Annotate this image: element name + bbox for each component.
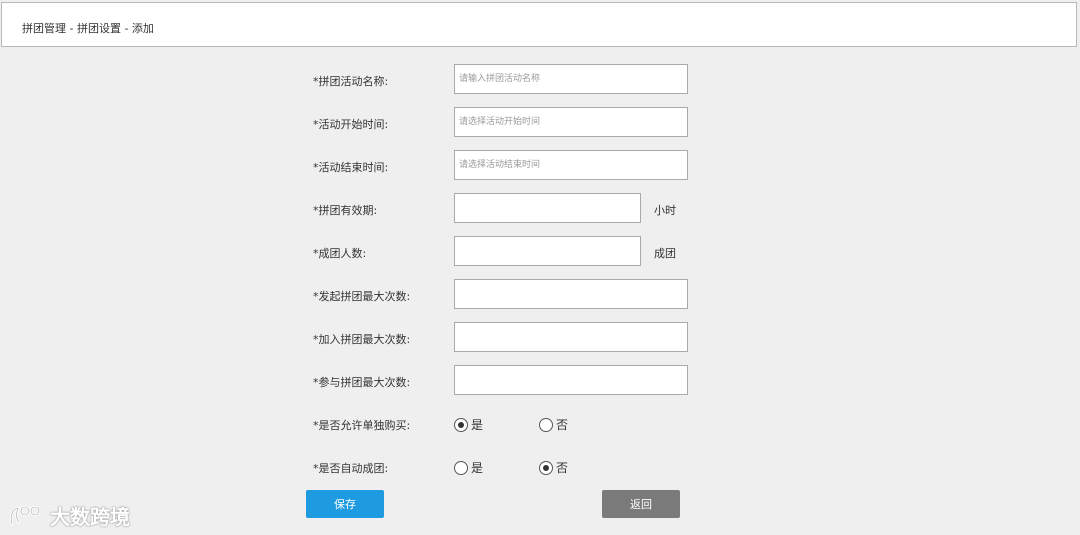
radio-circle-icon: [454, 460, 468, 475]
allow-single-no-radio[interactable]: 否: [539, 416, 568, 433]
auto-group-no-radio[interactable]: 否: [539, 459, 568, 476]
start-time-input[interactable]: [454, 107, 688, 137]
allow-single-yes-radio[interactable]: 是: [454, 416, 483, 433]
auto-group-label: *是否自动成团:: [313, 462, 389, 475]
allow-single-label: *是否允许单独购买:: [313, 419, 411, 432]
group-size-unit: 成团: [654, 247, 676, 260]
auto-group-yes-radio[interactable]: 是: [454, 459, 483, 476]
start-time-label: *活动开始时间:: [313, 118, 389, 131]
allow-single-yes-label: 是: [471, 418, 484, 432]
max-participate-input[interactable]: [454, 365, 688, 395]
max-join-label: *加入拼团最大次数:: [313, 333, 411, 346]
end-time-input[interactable]: [454, 150, 688, 180]
max-initiate-label: *发起拼团最大次数:: [313, 290, 411, 303]
group-size-label: *成团人数:: [313, 247, 367, 260]
breadcrumb: 拼团管理 - 拼团设置 - 添加: [22, 22, 154, 35]
save-button[interactable]: 保存: [306, 490, 384, 518]
radio-circle-icon: [539, 417, 553, 432]
validity-label: *拼团有效期:: [313, 204, 378, 217]
page-header: 拼团管理 - 拼团设置 - 添加: [1, 2, 1077, 47]
group-size-input[interactable]: [454, 236, 641, 266]
end-time-label: *活动结束时间:: [313, 161, 389, 174]
brand-logo-icon: [10, 505, 41, 525]
activity-name-label: *拼团活动名称:: [313, 75, 389, 88]
back-button[interactable]: 返回: [602, 490, 680, 518]
max-participate-label: *参与拼团最大次数:: [313, 376, 411, 389]
radio-circle-icon: [539, 460, 553, 475]
auto-group-no-label: 否: [556, 461, 569, 475]
max-join-input[interactable]: [454, 322, 688, 352]
radio-circle-icon: [454, 417, 468, 432]
watermark-text: 大数跨境: [50, 505, 130, 529]
validity-input[interactable]: [454, 193, 641, 223]
auto-group-yes-label: 是: [471, 461, 484, 475]
max-initiate-input[interactable]: [454, 279, 688, 309]
watermark: 大数跨境: [8, 501, 130, 530]
activity-name-input[interactable]: [454, 64, 688, 94]
validity-unit: 小时: [654, 204, 676, 217]
allow-single-no-label: 否: [556, 418, 569, 432]
